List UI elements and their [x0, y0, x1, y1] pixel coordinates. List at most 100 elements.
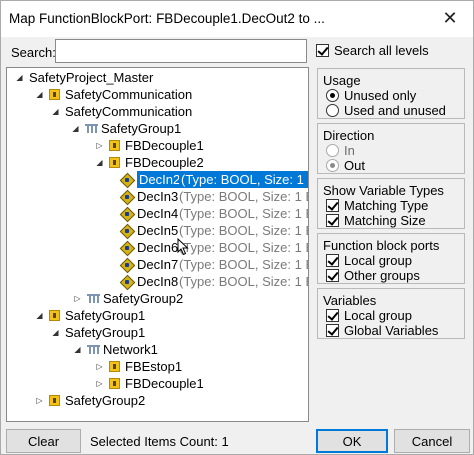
port-icon — [121, 276, 133, 288]
tree-node[interactable]: ◢ SafetyCommunication — [7, 103, 307, 120]
function-block-icon — [49, 89, 60, 100]
tree-node[interactable]: ◢ Network1 — [7, 341, 307, 358]
triangle-expanded-icon[interactable]: ◢ — [51, 324, 60, 341]
triangle-collapsed-icon[interactable]: ▷ — [95, 137, 104, 154]
usage-option-unused-only[interactable]: Unused only — [326, 88, 416, 103]
function-block-icon — [109, 361, 120, 372]
fb-local-group-checkbox[interactable] — [326, 254, 339, 267]
search-all-levels-check[interactable] — [316, 44, 329, 57]
triangle-collapsed-icon[interactable]: ▷ — [35, 392, 44, 409]
tree-node-label: SafetyGroup2 — [103, 291, 184, 306]
port-icon — [121, 242, 133, 254]
fb-other-groups-checkbox[interactable] — [326, 269, 339, 282]
tree-node-label: DecIn8 — [137, 274, 179, 289]
radio-out[interactable] — [326, 159, 339, 172]
triangle-expanded-icon[interactable]: ◢ — [35, 86, 44, 103]
search-all-levels-label: Search all levels — [334, 43, 429, 58]
var-local-group-checkbox[interactable] — [326, 309, 339, 322]
fb-other-groups-option[interactable]: Other groups — [326, 268, 420, 283]
group-icon — [85, 123, 98, 134]
cancel-button[interactable]: Cancel — [394, 429, 470, 453]
tree-node[interactable]: ◢ SafetyGroup1 — [7, 324, 307, 341]
triangle-collapsed-icon[interactable]: ▷ — [95, 375, 104, 392]
tree-node[interactable]: ▷ FBEstop1 — [7, 358, 307, 375]
radio-in[interactable] — [326, 144, 339, 157]
tree-node-label: DecIn2 — [137, 171, 183, 188]
search-input[interactable] — [55, 39, 307, 63]
tree-node-label: DecIn3 — [137, 189, 179, 204]
matching-type-checkbox[interactable] — [326, 199, 339, 212]
tree-node-label: DecIn4 — [137, 206, 179, 221]
global-variables-option[interactable]: Global Variables — [326, 323, 438, 338]
matching-type-option[interactable]: Matching Type — [326, 198, 428, 213]
close-icon: ✕ — [442, 7, 458, 28]
fb-local-group-option[interactable]: Local group — [326, 253, 412, 268]
mouse-cursor-icon — [177, 238, 189, 256]
triangle-collapsed-icon[interactable]: ▷ — [95, 358, 104, 375]
tree-port-item[interactable]: DecIn3(Type: BOOL, Size: 1 Bit) — [7, 188, 308, 205]
tree-node[interactable]: ▷ FBDecouple1 — [7, 137, 307, 154]
triangle-expanded-icon[interactable]: ◢ — [71, 120, 80, 137]
radio-unused-only[interactable] — [326, 89, 339, 102]
project-tree[interactable]: ◢ SafetyProject_Master ◢ SafetyCommunicatio… — [6, 67, 309, 422]
usage-option-used-and-unused[interactable]: Used and unused — [326, 103, 446, 118]
tree-node[interactable]: ◢ FBDecouple2 — [7, 154, 307, 171]
triangle-expanded-icon[interactable]: ◢ — [35, 307, 44, 324]
close-button[interactable]: ✕ — [429, 1, 471, 35]
var-local-group-option[interactable]: Local group — [326, 308, 412, 323]
tree-port-item[interactable]: DecIn6(Type: BOOL, Size: 1 Bit) — [7, 239, 308, 256]
port-icon — [121, 225, 133, 237]
function-block-icon — [49, 310, 60, 321]
tree-port-item[interactable]: DecIn2(Type: BOOL, Size: 1 Bit) — [7, 171, 308, 188]
direction-group: Direction In Out — [317, 123, 465, 174]
tree-node-label: SafetyGroup1 — [65, 325, 146, 340]
triangle-expanded-icon[interactable]: ◢ — [51, 103, 60, 120]
tree-port-item[interactable]: DecIn7(Type: BOOL, Size: 1 Bit) — [7, 256, 308, 273]
tree-node-type: (Type: BOOL, Size: 1 Bit) — [179, 274, 308, 289]
search-label: Search: — [11, 45, 56, 60]
fb-local-group-label: Local group — [344, 253, 412, 268]
tree-port-item[interactable]: DecIn8(Type: BOOL, Size: 1 Bit) — [7, 273, 308, 290]
tree-node-label: FBDecouple1 — [125, 376, 204, 391]
triangle-expanded-icon[interactable]: ◢ — [15, 69, 24, 86]
tree-node[interactable]: ◢ SafetyProject_Master — [7, 69, 307, 86]
group-icon — [87, 344, 100, 355]
tree-port-item[interactable]: DecIn5(Type: BOOL, Size: 1 Bit) — [7, 222, 308, 239]
radio-used-and-unused[interactable] — [326, 104, 339, 117]
global-variables-checkbox[interactable] — [326, 324, 339, 337]
tree-node[interactable]: ◢ SafetyGroup1 — [7, 307, 307, 324]
tree-node-type: (Type: BOOL, Size: 1 Bit) — [179, 189, 308, 204]
tree-node[interactable]: ▷ SafetyGroup2 — [7, 290, 307, 307]
show-variable-types-group: Show Variable Types Matching Type Matchi… — [317, 178, 465, 229]
triangle-collapsed-icon[interactable]: ▷ — [73, 290, 82, 307]
window-title: Map FunctionBlockPort: FBDecouple1.DecOu… — [9, 11, 325, 26]
matching-size-checkbox[interactable] — [326, 214, 339, 227]
tree-node-label: SafetyGroup2 — [65, 393, 146, 408]
triangle-expanded-icon[interactable]: ◢ — [73, 341, 82, 358]
port-icon — [121, 191, 133, 203]
direction-option-label: Out — [344, 158, 365, 173]
tree-node-label: DecIn5 — [137, 223, 179, 238]
tree-node[interactable]: ◢ SafetyGroup1 — [7, 120, 307, 137]
direction-option-label: In — [344, 143, 355, 158]
tree-node-label: SafetyProject_Master — [29, 70, 154, 85]
title-bar[interactable]: Map FunctionBlockPort: FBDecouple1.DecOu… — [1, 1, 473, 37]
tree-node[interactable]: ▷ SafetyGroup2 — [7, 392, 307, 409]
search-all-levels-checkbox[interactable]: Search all levels — [316, 43, 429, 58]
tree-node[interactable]: ▷ FBDecouple1 — [7, 375, 307, 392]
tree-node-label: FBEstop1 — [125, 359, 183, 374]
tree-node-type: (Type: BOOL, Size: 1 Bit) — [179, 223, 308, 238]
direction-option-in[interactable]: In — [326, 143, 355, 158]
tree-port-item[interactable]: DecIn4(Type: BOOL, Size: 1 Bit) — [7, 205, 308, 222]
tree-node[interactable]: ◢ SafetyCommunication — [7, 86, 307, 103]
function-block-icon — [109, 378, 120, 389]
ok-button[interactable]: OK — [316, 429, 388, 453]
tree-node-label: Network1 — [103, 342, 158, 357]
tree-node-type: (Type: BOOL, Size: 1 Bit) — [179, 257, 308, 272]
triangle-expanded-icon[interactable]: ◢ — [95, 154, 104, 171]
variables-group: Variables Local group Global Variables — [317, 288, 465, 339]
tree-node-label: SafetyCommunication — [65, 104, 193, 119]
clear-button[interactable]: Clear — [6, 429, 81, 453]
direction-option-out[interactable]: Out — [326, 158, 365, 173]
matching-size-option[interactable]: Matching Size — [326, 213, 426, 228]
